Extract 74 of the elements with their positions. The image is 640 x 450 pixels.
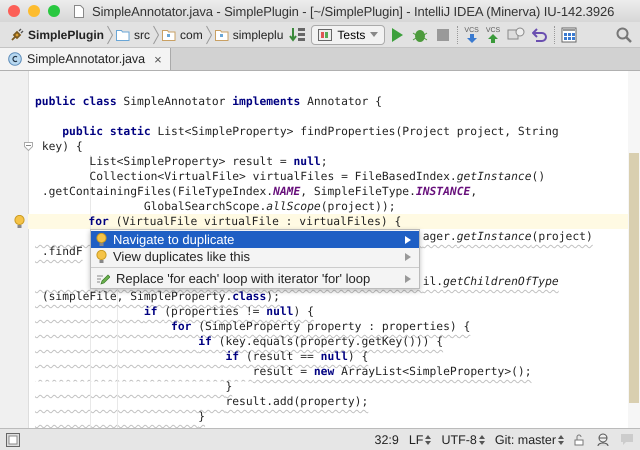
project-structure-icon[interactable]: [561, 26, 578, 42]
updown-arrow-icon: [425, 434, 432, 444]
menu-item[interactable]: Navigate to duplicate: [91, 231, 419, 248]
vcs-branch-selector[interactable]: Git: master: [494, 432, 564, 446]
zoom-window-button[interactable]: [48, 5, 60, 17]
tab-label: SimpleAnnotator.java: [27, 52, 146, 66]
code-line: for (SimpleProperty property : properties) {: [171, 319, 470, 334]
editor-tab[interactable]: SimpleAnnotator.java ×: [0, 48, 171, 70]
code-line: List<SimpleProperty> result = null;: [89, 154, 328, 169]
breadcrumb[interactable]: src: [114, 28, 152, 42]
stop-icon[interactable]: [435, 26, 452, 42]
submenu-arrow-icon: [405, 252, 411, 260]
code-line: (simpleFile, SimpleProperty.class);: [42, 289, 280, 304]
fold-marker-icon[interactable]: [24, 142, 33, 151]
class-icon: [8, 52, 22, 66]
menu-item[interactable]: View duplicates like this: [91, 248, 419, 265]
code-line: ager.getInstance(project): [422, 229, 593, 244]
sort-icon[interactable]: [289, 26, 308, 44]
code-line: if (properties != null) {: [144, 304, 314, 319]
updown-arrow-icon: [478, 434, 485, 444]
test-icon: [318, 28, 332, 40]
encoding-selector[interactable]: UTF-8: [441, 432, 485, 446]
submenu-arrow-icon: [405, 236, 411, 244]
breadcrumb[interactable]: com: [160, 28, 205, 42]
code-line: GlobalSearchScope.allScope(project));: [144, 199, 396, 214]
down-arrow-icon: [466, 34, 478, 42]
close-tab-button[interactable]: ×: [150, 52, 162, 66]
breadcrumb-separator-icon: [107, 24, 114, 44]
menu-item[interactable]: Replace 'for each' loop with iterator 'for' loop: [91, 270, 419, 287]
scrollbar-thumb[interactable]: [629, 153, 639, 403]
updown-arrow-icon: [558, 434, 564, 444]
undo-icon[interactable]: [532, 26, 548, 42]
pencil-icon: [96, 272, 110, 284]
folder-icon: [214, 28, 229, 40]
code-line: if (key.equals(property.getKey())) {: [198, 334, 444, 349]
code-line: }: [198, 409, 206, 424]
lock-icon[interactable]: [574, 434, 586, 446]
code-line: result.add(property);: [225, 394, 368, 409]
document-icon: [74, 4, 84, 18]
close-window-button[interactable]: [8, 5, 20, 17]
code-line: .findF: [42, 244, 83, 259]
dropdown-arrow-icon: [370, 32, 378, 37]
lightbulb-icon: [96, 250, 107, 264]
search-icon[interactable]: [616, 26, 632, 42]
breadcrumb[interactable]: simpleplu: [212, 28, 286, 42]
code-line: }: [225, 379, 232, 394]
run-configuration-dropdown[interactable]: Tests: [311, 24, 386, 44]
window-title: SimpleAnnotator.java - SimplePlugin - [~/SimplePlugin] - IntelliJ IDEA (Minerva) IU-142.3926: [92, 4, 614, 18]
breadcrumb-separator-icon: [206, 24, 212, 44]
lightbulb-icon: [96, 232, 107, 246]
code-line: .getContainingFiles(FileTypeIndex.NAME, SimpleFileType.INSTANCE,: [42, 184, 478, 199]
caret-position[interactable]: 32:9: [374, 432, 399, 446]
up-arrow-icon: [487, 34, 500, 42]
code-line: public static List<SimpleProperty> findProperties(Project project, String: [62, 124, 559, 139]
code-line: if (result == null) {: [225, 349, 368, 364]
folder-icon: [116, 28, 130, 40]
run-icon[interactable]: [389, 26, 406, 42]
code-line: Collection<VirtualFile> virtualFiles = FileBasedIndex.getInstance(): [89, 169, 546, 184]
line-separator-selector[interactable]: LF: [408, 432, 432, 446]
code-line: public class SimpleAnnotator implements Annotator {: [35, 94, 382, 109]
submenu-arrow-icon: [405, 274, 411, 282]
compare-icon[interactable]: [507, 26, 526, 42]
scrollbar[interactable]: [628, 71, 640, 428]
code-line: for (VirtualFile virtualFile : virtualFiles) {: [88, 214, 402, 229]
code-line: result = new ArrayList<SimpleProperty>();: [252, 364, 532, 379]
breadcrumb-separator-icon: [153, 24, 160, 44]
code-line: il.getChildrenOfType: [422, 274, 559, 289]
code-line: key) {: [42, 139, 83, 154]
breadcrumb[interactable]: SimplePlugin: [8, 28, 106, 42]
folder-icon: [162, 28, 176, 40]
tool-windows-icon[interactable]: [6, 432, 20, 446]
lightbulb-icon[interactable]: [14, 215, 25, 229]
inspector-icon[interactable]: [596, 432, 610, 446]
plug-icon: [10, 28, 24, 42]
